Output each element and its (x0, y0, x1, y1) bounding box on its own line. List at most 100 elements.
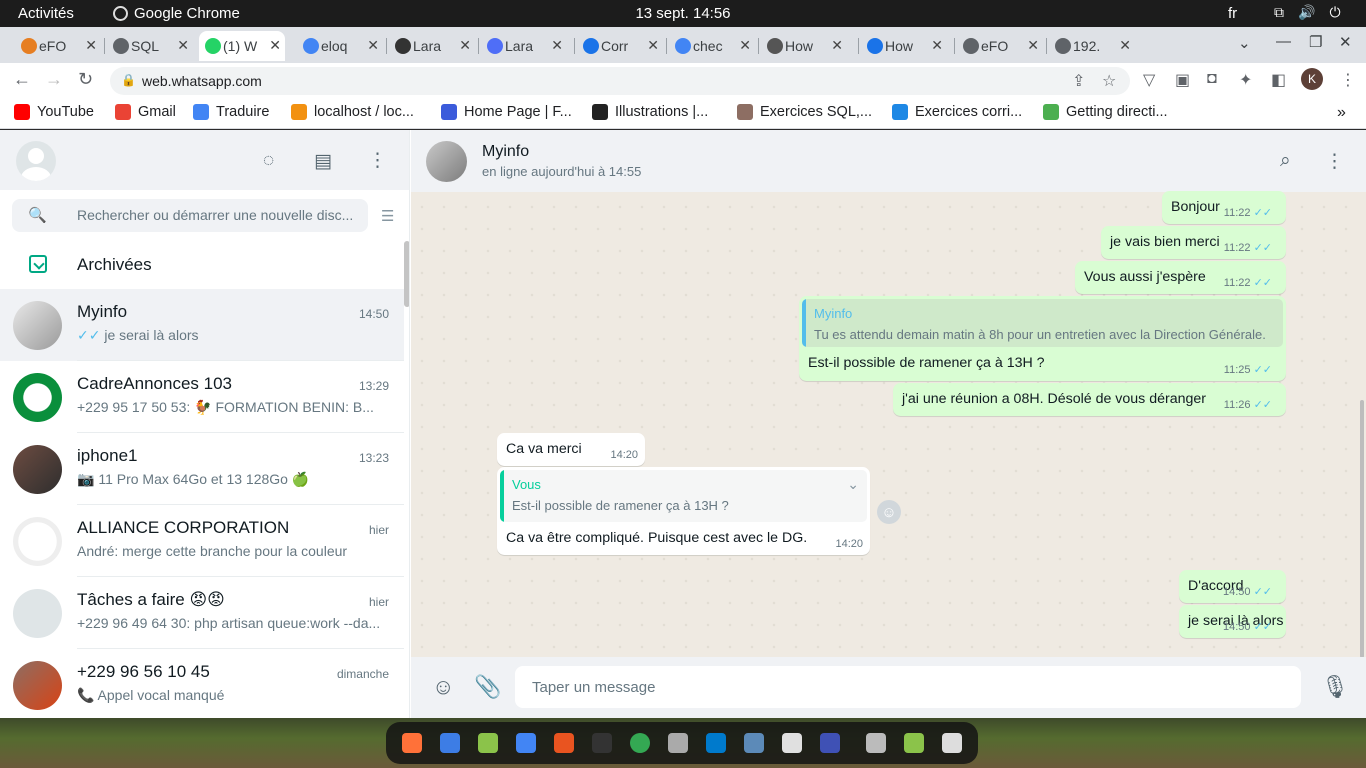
puzzle-icon[interactable]: ✦ (1239, 70, 1252, 90)
close-tab-icon[interactable]: ✕ (269, 37, 281, 54)
tab-search-icon[interactable]: ⌄ (1238, 34, 1251, 52)
bookmark[interactable]: Getting directi... (1043, 104, 1168, 120)
close-window-icon[interactable]: ✕ (1339, 33, 1352, 51)
conversation-header[interactable]: Myinfo en ligne aujourd'hui à 14:55 ⌕ ⋮ (411, 130, 1366, 192)
close-tab-icon[interactable]: ✕ (551, 37, 563, 54)
chat-list-item[interactable]: CadreAnnonces 103 13:29 +229 95 17 50 53: … (0, 361, 404, 433)
chrome-menu-icon[interactable]: ⋮ (1340, 70, 1356, 90)
extension-icon[interactable]: ▣ (1175, 70, 1190, 90)
close-tab-icon[interactable]: ✕ (1027, 37, 1039, 54)
app-icon[interactable] (440, 733, 460, 753)
files-icon[interactable] (478, 733, 498, 753)
new-chat-icon[interactable]: ▤ (314, 150, 332, 173)
minimize-icon[interactable]: — (1276, 33, 1291, 50)
tab[interactable]: 192. ✕ (1049, 31, 1135, 61)
share-icon[interactable]: ⇪ (1072, 71, 1085, 91)
side-panel-icon[interactable]: ◧ (1271, 70, 1286, 90)
database-icon[interactable] (744, 733, 764, 753)
bookmark[interactable]: Traduire (193, 104, 269, 120)
chat-list-item[interactable]: Myinfo 14:50 ✓✓ je serai là alors (0, 289, 404, 361)
chevron-down-icon[interactable]: ⌄ (847, 476, 859, 493)
archived-row[interactable]: Archivées (0, 241, 404, 289)
tab[interactable]: SQL ✕ (107, 31, 193, 61)
reaction-icon[interactable]: ☺ (877, 500, 901, 524)
chat-list-item[interactable]: Tâches a faire 😡😡 hier +229 96 49 64 30: p… (0, 577, 404, 649)
close-tab-icon[interactable]: ✕ (367, 37, 379, 54)
tab[interactable]: eloq ✕ (297, 31, 383, 61)
chat-list-item[interactable]: ALLIANCE CORPORATION hier André: merge cet… (0, 505, 404, 577)
notes-icon[interactable] (782, 733, 802, 753)
text-editor-icon[interactable] (516, 733, 536, 753)
menu-icon[interactable]: ⋮ (1325, 150, 1344, 173)
status-icon[interactable]: ◌ (263, 150, 274, 172)
conversation-scrollbar[interactable] (1360, 400, 1364, 658)
tab[interactable]: Lara ✕ (389, 31, 475, 61)
activities-button[interactable]: Activités (18, 5, 74, 22)
outgoing-message[interactable]: je vais bien merci 11:22 ✓✓ (1101, 226, 1286, 259)
microphone-icon[interactable]: 🎙 (1321, 674, 1349, 700)
outgoing-message[interactable]: Vous aussi j'espère 11:22 ✓✓ (1075, 261, 1286, 294)
extension-icon[interactable]: ▽ (1143, 70, 1155, 90)
bookmark[interactable]: Exercices SQL,... (737, 104, 872, 120)
profile-avatar[interactable]: K (1301, 68, 1323, 90)
tab[interactable]: Lara ✕ (481, 31, 567, 61)
back-icon[interactable]: ← (13, 69, 31, 90)
quoted-message[interactable]: Vous Est-il possible de ramener ça à 13H … (500, 470, 867, 522)
maximize-icon[interactable]: ❐ (1309, 33, 1322, 51)
app-icon[interactable] (820, 733, 840, 753)
message-placeholder[interactable]: Taper un message (532, 679, 655, 696)
app-menu[interactable]: Google Chrome (113, 5, 240, 22)
vscode-icon[interactable] (706, 733, 726, 753)
forward-icon[interactable]: → (45, 69, 63, 90)
firefox-icon[interactable] (402, 733, 422, 753)
app-icon[interactable] (866, 733, 886, 753)
chat-list-scrollbar[interactable] (404, 241, 409, 307)
my-avatar[interactable] (16, 141, 56, 181)
quoted-message[interactable]: Myinfo Tu es attendu demain matin à 8h po… (802, 299, 1283, 347)
search-placeholder[interactable]: Rechercher ou démarrer une nouvelle disc… (77, 207, 353, 223)
bookmark[interactable]: Gmail (115, 104, 176, 120)
menu-icon[interactable]: ⋮ (368, 149, 387, 172)
contact-avatar[interactable] (426, 141, 467, 182)
filter-icon[interactable]: ☰ (381, 207, 394, 225)
close-tab-icon[interactable]: ✕ (85, 37, 97, 54)
tab[interactable]: Corr ✕ (577, 31, 663, 61)
close-tab-icon[interactable]: ✕ (1119, 37, 1131, 54)
bookmark-star-icon[interactable]: ☆ (1102, 71, 1116, 91)
incoming-message[interactable]: Vous Est-il possible de ramener ça à 13H … (497, 467, 870, 555)
tab[interactable]: How ✕ (861, 31, 947, 61)
incoming-message[interactable]: Ca va merci 14:20 (497, 433, 645, 466)
close-tab-icon[interactable]: ✕ (931, 37, 943, 54)
close-tab-icon[interactable]: ✕ (831, 37, 843, 54)
bookmark[interactable]: Exercices corri... (892, 104, 1022, 120)
extension-icon[interactable]: ◘ (1207, 70, 1217, 88)
url-text[interactable]: web.whatsapp.com (142, 73, 262, 89)
system-tray[interactable]: ⧉ 🔊 ⏻ (1274, 4, 1341, 21)
bookmark[interactable]: Home Page | F... (441, 104, 572, 120)
chat-list-item[interactable]: +229 96 56 10 45 dimanche 📞 Appel vocal ma… (0, 649, 404, 718)
omnibox[interactable]: 🔒 web.whatsapp.com ⇪ ☆ (110, 67, 1130, 95)
bookmark[interactable]: localhost / loc... (291, 104, 414, 120)
lock-icon[interactable]: 🔒 (121, 73, 136, 87)
outgoing-message[interactable]: j'ai une réunion a 08H. Désolé de vous d… (893, 383, 1286, 416)
close-tab-icon[interactable]: ✕ (647, 37, 659, 54)
tab[interactable]: How ✕ (761, 31, 847, 61)
attach-icon[interactable]: 📎 (474, 674, 501, 700)
software-icon[interactable] (554, 733, 574, 753)
chat-search[interactable]: 🔍 Rechercher ou démarrer une nouvelle di… (12, 199, 368, 232)
outgoing-message[interactable]: Myinfo Tu es attendu demain matin à 8h po… (799, 296, 1286, 381)
outgoing-message[interactable]: je serai là alors 14:50 ✓✓ (1179, 605, 1286, 638)
bookmark[interactable]: YouTube (14, 104, 94, 120)
chat-list-item[interactable]: iphone1 13:23 📷 11 Pro Max 64Go et 13 128G… (0, 433, 404, 505)
emoji-icon[interactable]: ☺ (432, 674, 454, 700)
contact-name[interactable]: Myinfo (482, 143, 529, 161)
app-icon[interactable] (668, 733, 688, 753)
search-icon[interactable]: ⌕ (1280, 150, 1291, 172)
reload-icon[interactable]: ↻ (78, 69, 93, 90)
outgoing-message[interactable]: Bonjour 11:22 ✓✓ (1162, 191, 1286, 224)
keyboard-layout[interactable]: fr (1228, 5, 1237, 22)
outgoing-message[interactable]: D'accord 14:50 ✓✓ (1179, 570, 1286, 603)
close-tab-icon[interactable]: ✕ (459, 37, 471, 54)
terminal-icon[interactable] (592, 733, 612, 753)
close-tab-icon[interactable]: ✕ (739, 37, 751, 54)
